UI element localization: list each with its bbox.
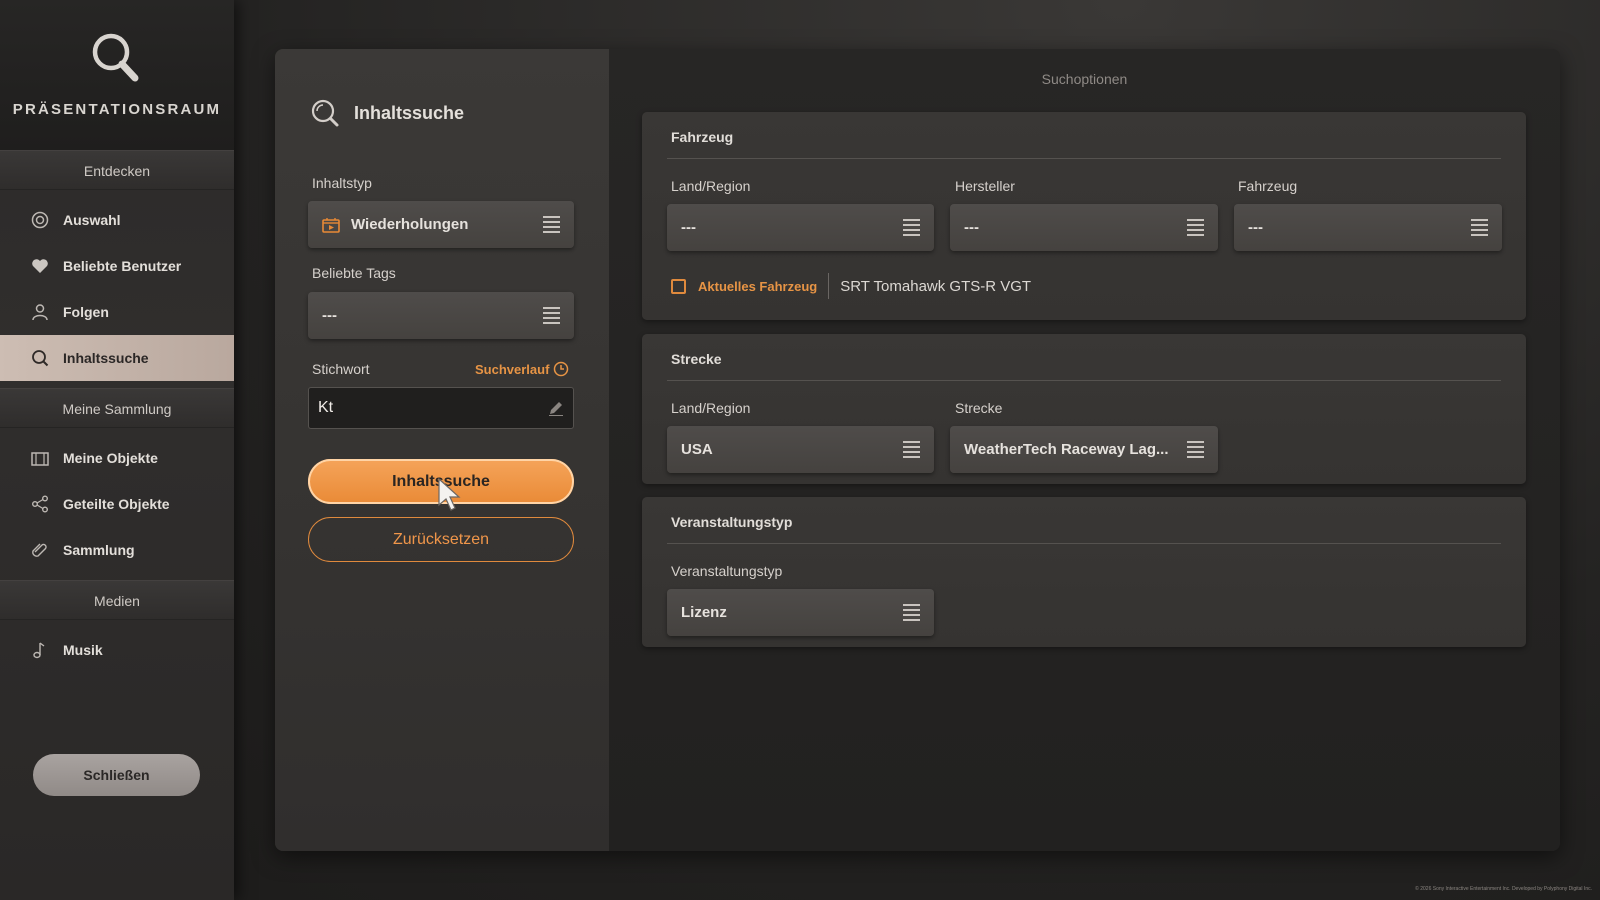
event-type-label: Veranstaltungstyp	[671, 563, 783, 579]
divider	[667, 380, 1501, 381]
search-panel-title-text: Inhaltssuche	[354, 102, 465, 123]
keyword-value: Kt	[318, 399, 334, 416]
search-options-title: Suchoptionen	[1041, 71, 1128, 87]
logo-area: PRÄSENTATIONSRAUM	[0, 0, 234, 150]
sidebar-item-label: Inhaltssuche	[63, 350, 149, 366]
keyword-label: Stichwort	[312, 361, 370, 377]
sidebar-item-meine-objekte[interactable]: Meine Objekte	[0, 435, 234, 481]
sidebar-item-label: Meine Objekte	[63, 450, 158, 466]
track-value: WeatherTech Raceway Lag...	[964, 441, 1169, 458]
list-icon	[1471, 216, 1488, 239]
sidebar: PRÄSENTATIONSRAUM Entdecken Auswahl Beli…	[0, 0, 234, 900]
event-type-group: Veranstaltungstyp Veranstaltungstyp Lize…	[642, 497, 1526, 647]
sidebar-item-label: Beliebte Benutzer	[63, 258, 182, 274]
search-icon	[30, 348, 50, 368]
vehicle-group-title: Fahrzeug	[671, 129, 734, 145]
section-header-medien: Medien	[0, 580, 234, 620]
track-group: Strecke Land/Region USA Strecke WeatherT…	[642, 334, 1526, 484]
gear-icon	[30, 210, 50, 230]
close-button[interactable]: Schließen	[33, 754, 200, 796]
list-icon	[1187, 438, 1204, 461]
track-country-dropdown[interactable]: USA	[667, 426, 934, 473]
list-icon	[903, 438, 920, 461]
folder-icon	[30, 448, 50, 468]
copyright-text: © 2026 Sony Interactive Entertainment In…	[1415, 886, 1592, 892]
sidebar-item-label: Geteilte Objekte	[63, 496, 170, 512]
list-icon	[543, 213, 560, 236]
popular-tags-dropdown[interactable]: ---	[308, 292, 574, 339]
list-icon	[543, 304, 560, 327]
sidebar-item-beliebte-benutzer[interactable]: Beliebte Benutzer	[0, 243, 234, 289]
event-type-dropdown[interactable]: Lizenz	[667, 589, 934, 636]
content-type-label: Inhaltstyp	[312, 175, 372, 191]
sidebar-item-folgen[interactable]: Folgen	[0, 289, 234, 335]
car-value: ---	[1248, 219, 1263, 236]
heart-icon	[30, 256, 50, 276]
logo-text: PRÄSENTATIONSRAUM	[12, 101, 222, 118]
list-icon	[1187, 216, 1204, 239]
car-label: Fahrzeug	[1238, 178, 1298, 194]
track-label: Strecke	[955, 400, 1003, 416]
track-country-value: USA	[681, 441, 713, 458]
divider	[667, 158, 1501, 159]
current-vehicle-row: Aktuelles Fahrzeug SRT Tomahawk GTS-R VG…	[671, 273, 1031, 299]
event-type-group-title: Veranstaltungstyp	[671, 514, 793, 530]
track-group-title: Strecke	[671, 351, 722, 367]
sidebar-item-inhaltssuche[interactable]: Inhaltssuche	[0, 335, 234, 381]
share-icon	[30, 494, 50, 514]
content-type-dropdown[interactable]: Wiederholungen	[308, 201, 574, 248]
vehicle-country-label: Land/Region	[671, 178, 751, 194]
section-header-entdecken: Entdecken	[0, 150, 234, 190]
divider	[667, 543, 1501, 544]
sidebar-item-musik[interactable]: Musik	[0, 627, 234, 673]
sidebar-item-label: Sammlung	[63, 542, 135, 558]
search-history-link[interactable]: Suchverlauf	[475, 361, 569, 377]
paperclip-icon	[30, 540, 50, 560]
maker-value: ---	[964, 219, 979, 236]
user-icon	[30, 302, 50, 322]
content-search-card: Inhaltssuche Inhaltstyp Wiederholungen B…	[275, 49, 1560, 851]
popular-tags-value: ---	[322, 307, 337, 324]
sidebar-item-auswahl[interactable]: Auswahl	[0, 197, 234, 243]
sidebar-item-sammlung[interactable]: Sammlung	[0, 527, 234, 573]
vehicle-country-dropdown[interactable]: ---	[667, 204, 934, 251]
current-vehicle-checkbox[interactable]	[671, 278, 686, 294]
sidebar-item-label: Folgen	[63, 304, 109, 320]
content-type-value: Wiederholungen	[351, 216, 469, 233]
magnifier-logo-icon	[89, 30, 145, 91]
current-vehicle-name: SRT Tomahawk GTS-R VGT	[840, 277, 1032, 295]
vehicle-country-value: ---	[681, 219, 696, 236]
popular-tags-label: Beliebte Tags	[312, 265, 396, 281]
track-dropdown[interactable]: WeatherTech Raceway Lag...	[950, 426, 1218, 473]
search-panel: Inhaltssuche Inhaltstyp Wiederholungen B…	[275, 49, 609, 851]
current-vehicle-label[interactable]: Aktuelles Fahrzeug	[698, 279, 817, 294]
sidebar-item-geteilte-objekte[interactable]: Geteilte Objekte	[0, 481, 234, 527]
maker-dropdown[interactable]: ---	[950, 204, 1218, 251]
pointer-cursor-icon	[438, 477, 461, 511]
track-country-label: Land/Region	[671, 400, 751, 416]
divider	[828, 273, 830, 299]
section-header-meine-sammlung: Meine Sammlung	[0, 388, 234, 428]
event-type-value: Lizenz	[681, 604, 727, 621]
search-history-label: Suchverlauf	[475, 361, 550, 377]
list-icon	[903, 216, 920, 239]
search-panel-title: Inhaltssuche	[310, 98, 464, 128]
reset-button[interactable]: Zurücksetzen	[308, 517, 574, 562]
sidebar-item-label: Musik	[63, 642, 103, 658]
pencil-icon	[549, 402, 563, 416]
vehicle-group: Fahrzeug Land/Region --- Hersteller --- …	[642, 112, 1526, 320]
search-icon	[311, 99, 339, 127]
list-icon	[903, 601, 920, 624]
search-options-panel: Suchoptionen Fahrzeug Land/Region --- He…	[609, 49, 1560, 851]
sidebar-item-label: Auswahl	[63, 212, 121, 228]
music-note-icon	[30, 640, 50, 660]
replay-icon	[322, 217, 340, 233]
clock-icon	[554, 361, 569, 377]
maker-label: Hersteller	[955, 178, 1015, 194]
keyword-input[interactable]: Kt	[308, 387, 574, 429]
car-dropdown[interactable]: ---	[1234, 204, 1502, 251]
